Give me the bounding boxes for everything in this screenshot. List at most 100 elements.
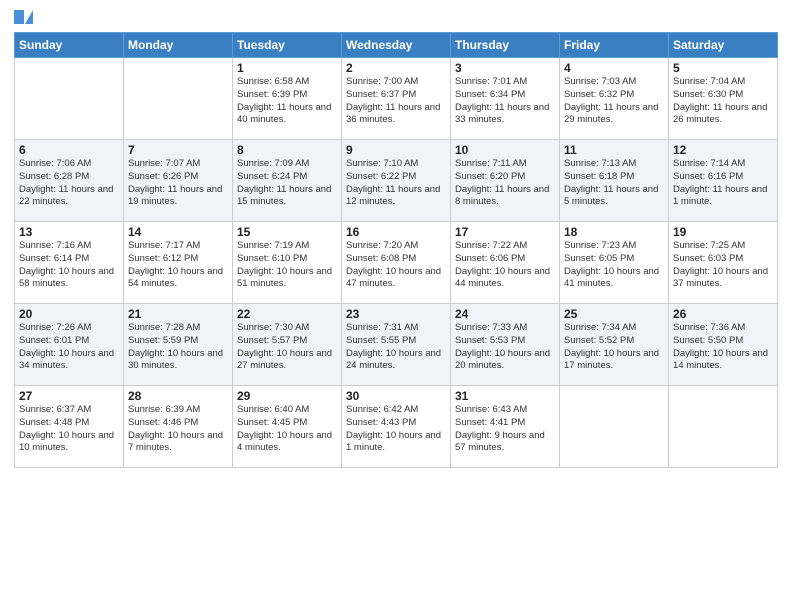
calendar-cell: 21Sunrise: 7:28 AM Sunset: 5:59 PM Dayli… xyxy=(124,304,233,386)
day-info: Sunrise: 7:00 AM Sunset: 6:37 PM Dayligh… xyxy=(346,76,446,127)
day-info: Sunrise: 7:26 AM Sunset: 6:01 PM Dayligh… xyxy=(19,322,119,373)
day-info: Sunrise: 7:36 AM Sunset: 5:50 PM Dayligh… xyxy=(673,322,773,373)
day-info: Sunrise: 7:25 AM Sunset: 6:03 PM Dayligh… xyxy=(673,240,773,291)
day-number: 22 xyxy=(237,307,337,321)
calendar-week-row: 6Sunrise: 7:06 AM Sunset: 6:28 PM Daylig… xyxy=(15,140,778,222)
calendar-cell: 6Sunrise: 7:06 AM Sunset: 6:28 PM Daylig… xyxy=(15,140,124,222)
header xyxy=(14,10,778,24)
calendar-cell: 29Sunrise: 6:40 AM Sunset: 4:45 PM Dayli… xyxy=(233,386,342,468)
day-number: 23 xyxy=(346,307,446,321)
day-number: 11 xyxy=(564,143,664,157)
day-info: Sunrise: 7:16 AM Sunset: 6:14 PM Dayligh… xyxy=(19,240,119,291)
page: SundayMondayTuesdayWednesdayThursdayFrid… xyxy=(0,0,792,478)
day-info: Sunrise: 7:13 AM Sunset: 6:18 PM Dayligh… xyxy=(564,158,664,209)
day-info: Sunrise: 7:10 AM Sunset: 6:22 PM Dayligh… xyxy=(346,158,446,209)
calendar-cell xyxy=(15,58,124,140)
day-of-week-header: Thursday xyxy=(451,33,560,58)
calendar-cell: 11Sunrise: 7:13 AM Sunset: 6:18 PM Dayli… xyxy=(560,140,669,222)
calendar-cell: 26Sunrise: 7:36 AM Sunset: 5:50 PM Dayli… xyxy=(669,304,778,386)
day-info: Sunrise: 7:14 AM Sunset: 6:16 PM Dayligh… xyxy=(673,158,773,209)
calendar-table: SundayMondayTuesdayWednesdayThursdayFrid… xyxy=(14,32,778,468)
day-number: 5 xyxy=(673,61,773,75)
calendar-cell: 12Sunrise: 7:14 AM Sunset: 6:16 PM Dayli… xyxy=(669,140,778,222)
day-number: 10 xyxy=(455,143,555,157)
day-info: Sunrise: 7:17 AM Sunset: 6:12 PM Dayligh… xyxy=(128,240,228,291)
calendar-cell: 15Sunrise: 7:19 AM Sunset: 6:10 PM Dayli… xyxy=(233,222,342,304)
calendar-cell: 16Sunrise: 7:20 AM Sunset: 6:08 PM Dayli… xyxy=(342,222,451,304)
day-number: 16 xyxy=(346,225,446,239)
day-number: 27 xyxy=(19,389,119,403)
calendar-cell: 25Sunrise: 7:34 AM Sunset: 5:52 PM Dayli… xyxy=(560,304,669,386)
day-number: 26 xyxy=(673,307,773,321)
day-number: 6 xyxy=(19,143,119,157)
day-number: 21 xyxy=(128,307,228,321)
day-info: Sunrise: 7:34 AM Sunset: 5:52 PM Dayligh… xyxy=(564,322,664,373)
calendar-cell: 20Sunrise: 7:26 AM Sunset: 6:01 PM Dayli… xyxy=(15,304,124,386)
logo xyxy=(14,10,33,24)
day-info: Sunrise: 7:20 AM Sunset: 6:08 PM Dayligh… xyxy=(346,240,446,291)
calendar-cell: 27Sunrise: 6:37 AM Sunset: 4:48 PM Dayli… xyxy=(15,386,124,468)
calendar-cell: 9Sunrise: 7:10 AM Sunset: 6:22 PM Daylig… xyxy=(342,140,451,222)
day-number: 15 xyxy=(237,225,337,239)
day-info: Sunrise: 6:43 AM Sunset: 4:41 PM Dayligh… xyxy=(455,404,555,455)
day-of-week-header: Friday xyxy=(560,33,669,58)
day-number: 7 xyxy=(128,143,228,157)
calendar-cell xyxy=(669,386,778,468)
day-number: 8 xyxy=(237,143,337,157)
day-of-week-header: Tuesday xyxy=(233,33,342,58)
day-number: 14 xyxy=(128,225,228,239)
calendar-cell: 17Sunrise: 7:22 AM Sunset: 6:06 PM Dayli… xyxy=(451,222,560,304)
day-info: Sunrise: 7:03 AM Sunset: 6:32 PM Dayligh… xyxy=(564,76,664,127)
calendar-cell: 24Sunrise: 7:33 AM Sunset: 5:53 PM Dayli… xyxy=(451,304,560,386)
day-number: 30 xyxy=(346,389,446,403)
calendar-cell: 3Sunrise: 7:01 AM Sunset: 6:34 PM Daylig… xyxy=(451,58,560,140)
day-info: Sunrise: 7:33 AM Sunset: 5:53 PM Dayligh… xyxy=(455,322,555,373)
calendar-cell: 18Sunrise: 7:23 AM Sunset: 6:05 PM Dayli… xyxy=(560,222,669,304)
day-number: 19 xyxy=(673,225,773,239)
calendar-cell: 2Sunrise: 7:00 AM Sunset: 6:37 PM Daylig… xyxy=(342,58,451,140)
day-info: Sunrise: 6:39 AM Sunset: 4:46 PM Dayligh… xyxy=(128,404,228,455)
day-of-week-header: Sunday xyxy=(15,33,124,58)
day-of-week-header: Monday xyxy=(124,33,233,58)
day-number: 1 xyxy=(237,61,337,75)
day-info: Sunrise: 7:04 AM Sunset: 6:30 PM Dayligh… xyxy=(673,76,773,127)
day-info: Sunrise: 7:19 AM Sunset: 6:10 PM Dayligh… xyxy=(237,240,337,291)
day-info: Sunrise: 6:37 AM Sunset: 4:48 PM Dayligh… xyxy=(19,404,119,455)
calendar-cell: 31Sunrise: 6:43 AM Sunset: 4:41 PM Dayli… xyxy=(451,386,560,468)
day-number: 2 xyxy=(346,61,446,75)
day-of-week-header: Saturday xyxy=(669,33,778,58)
day-info: Sunrise: 7:28 AM Sunset: 5:59 PM Dayligh… xyxy=(128,322,228,373)
day-number: 28 xyxy=(128,389,228,403)
calendar-cell xyxy=(560,386,669,468)
day-number: 9 xyxy=(346,143,446,157)
calendar-cell: 30Sunrise: 6:42 AM Sunset: 4:43 PM Dayli… xyxy=(342,386,451,468)
calendar-cell: 4Sunrise: 7:03 AM Sunset: 6:32 PM Daylig… xyxy=(560,58,669,140)
day-info: Sunrise: 7:30 AM Sunset: 5:57 PM Dayligh… xyxy=(237,322,337,373)
calendar-cell: 13Sunrise: 7:16 AM Sunset: 6:14 PM Dayli… xyxy=(15,222,124,304)
day-info: Sunrise: 7:06 AM Sunset: 6:28 PM Dayligh… xyxy=(19,158,119,209)
calendar-week-row: 20Sunrise: 7:26 AM Sunset: 6:01 PM Dayli… xyxy=(15,304,778,386)
calendar-cell: 28Sunrise: 6:39 AM Sunset: 4:46 PM Dayli… xyxy=(124,386,233,468)
calendar-cell xyxy=(124,58,233,140)
day-info: Sunrise: 6:40 AM Sunset: 4:45 PM Dayligh… xyxy=(237,404,337,455)
day-info: Sunrise: 6:42 AM Sunset: 4:43 PM Dayligh… xyxy=(346,404,446,455)
calendar-cell: 1Sunrise: 6:58 AM Sunset: 6:39 PM Daylig… xyxy=(233,58,342,140)
day-number: 12 xyxy=(673,143,773,157)
day-number: 3 xyxy=(455,61,555,75)
day-of-week-header: Wednesday xyxy=(342,33,451,58)
calendar-cell: 10Sunrise: 7:11 AM Sunset: 6:20 PM Dayli… xyxy=(451,140,560,222)
day-info: Sunrise: 7:22 AM Sunset: 6:06 PM Dayligh… xyxy=(455,240,555,291)
calendar-cell: 7Sunrise: 7:07 AM Sunset: 6:26 PM Daylig… xyxy=(124,140,233,222)
day-info: Sunrise: 6:58 AM Sunset: 6:39 PM Dayligh… xyxy=(237,76,337,127)
day-number: 29 xyxy=(237,389,337,403)
logo-icon-rect xyxy=(14,10,24,24)
day-info: Sunrise: 7:09 AM Sunset: 6:24 PM Dayligh… xyxy=(237,158,337,209)
day-info: Sunrise: 7:11 AM Sunset: 6:20 PM Dayligh… xyxy=(455,158,555,209)
day-number: 4 xyxy=(564,61,664,75)
day-number: 31 xyxy=(455,389,555,403)
logo-icon-triangle xyxy=(25,10,33,24)
day-number: 13 xyxy=(19,225,119,239)
calendar-week-row: 13Sunrise: 7:16 AM Sunset: 6:14 PM Dayli… xyxy=(15,222,778,304)
day-number: 17 xyxy=(455,225,555,239)
day-info: Sunrise: 7:31 AM Sunset: 5:55 PM Dayligh… xyxy=(346,322,446,373)
